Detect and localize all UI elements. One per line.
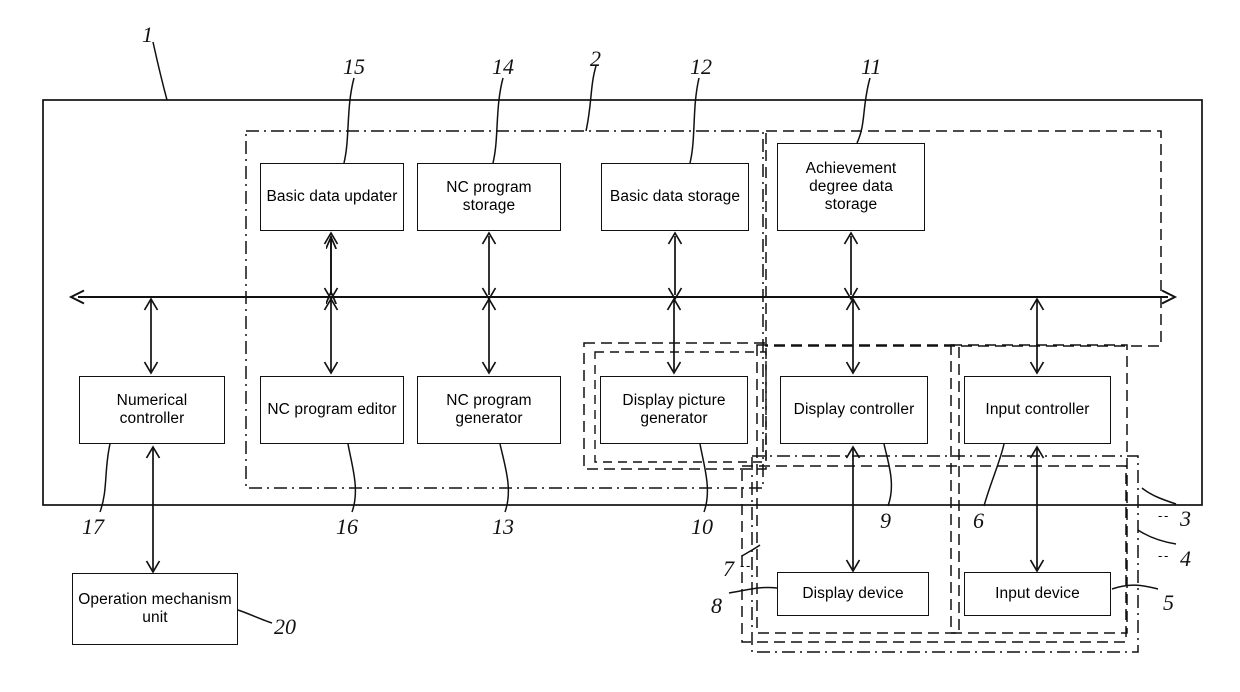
ref-numeral-11: 11 xyxy=(861,54,882,79)
block-display-picture-generator[interactable]: Display picture generator xyxy=(600,376,748,444)
leader-2 xyxy=(585,65,597,132)
ref-numeral-4: 4 xyxy=(1180,546,1191,571)
connector-group-devices xyxy=(145,445,1045,574)
connector-group-lower xyxy=(143,297,1045,375)
region-outer-system-1 xyxy=(42,99,1203,506)
leader-14 xyxy=(492,77,504,164)
block-input-device[interactable]: Input device xyxy=(964,572,1111,616)
ref-numeral-8: 8 xyxy=(711,593,722,618)
leader-12 xyxy=(689,77,700,164)
ref-numeral-5: 5 xyxy=(1163,590,1174,615)
block-nc-program-generator[interactable]: NC program generator xyxy=(417,376,561,444)
ref-dash-7: - - xyxy=(740,558,750,573)
ref-dash-3: - - xyxy=(1158,508,1168,523)
ref-numeral-14: 14 xyxy=(492,54,514,79)
leader-17 xyxy=(99,443,111,513)
ref-numeral-16: 16 xyxy=(336,514,358,539)
ref-numeral-6: 6 xyxy=(973,508,984,533)
ref-numeral-2: 2 xyxy=(590,46,601,71)
ref-numeral-10: 10 xyxy=(691,514,713,539)
ref-numeral-9: 9 xyxy=(880,508,891,533)
leader-20 xyxy=(237,609,273,624)
block-operation-mechanism-unit[interactable]: Operation mechanism unit xyxy=(72,573,238,645)
leader-16 xyxy=(347,443,357,513)
ref-numeral-20: 20 xyxy=(274,614,296,639)
leader-11 xyxy=(856,77,871,144)
block-nc-program-editor[interactable]: NC program editor xyxy=(260,376,404,444)
region-3-dashdot xyxy=(751,455,1139,653)
ref-numeral-17: 17 xyxy=(82,514,104,539)
leader-lines xyxy=(99,41,1177,624)
block-basic-data-storage[interactable]: Basic data storage xyxy=(601,163,749,231)
block-display-controller[interactable]: Display controller xyxy=(780,376,928,444)
ref-numeral-1: 1 xyxy=(142,22,153,47)
block-numerical-controller[interactable]: Numerical controller xyxy=(79,376,225,444)
leader-10 xyxy=(699,443,709,513)
block-nc-program-storage[interactable]: NC program storage xyxy=(417,163,561,231)
ref-numeral-13: 13 xyxy=(492,514,514,539)
ref-numeral-15: 15 xyxy=(343,54,365,79)
block-achievement-degree-data-storage[interactable]: Achievement degree data storage xyxy=(777,143,925,231)
leader-1 xyxy=(152,41,168,101)
leader-4 xyxy=(1137,529,1177,545)
ref-dash-4: - - xyxy=(1158,548,1168,563)
block-basic-data-updater[interactable]: Basic data updater xyxy=(260,163,404,231)
leader-6 xyxy=(983,443,1005,507)
leader-15 xyxy=(343,77,355,164)
ref-numeral-3: 3 xyxy=(1180,506,1191,531)
leader-5 xyxy=(1111,584,1159,590)
connector-group-upper xyxy=(323,231,859,301)
leader-3 xyxy=(1141,487,1177,505)
block-input-controller[interactable]: Input controller xyxy=(964,376,1111,444)
leader-9 xyxy=(883,443,893,507)
ref-numeral-7: 7 xyxy=(723,556,734,581)
block-display-device[interactable]: Display device xyxy=(777,572,929,616)
leader-13 xyxy=(499,443,510,513)
ref-numeral-12: 12 xyxy=(690,54,712,79)
figure-canvas: Basic data updater NC program storage Ba… xyxy=(0,0,1240,692)
leader-8 xyxy=(728,586,778,594)
